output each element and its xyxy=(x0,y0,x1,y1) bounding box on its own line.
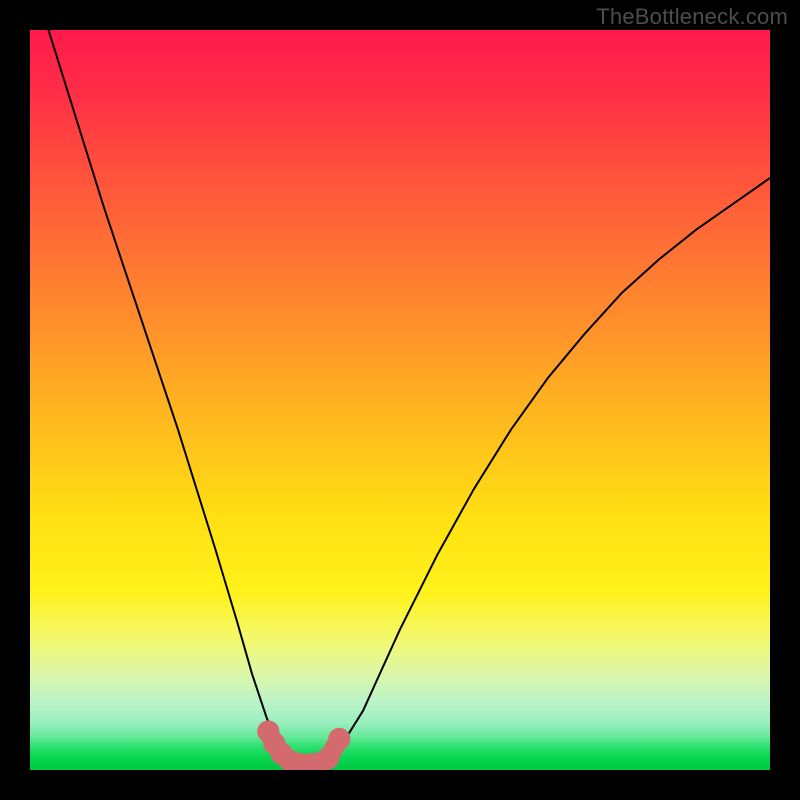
plot-area xyxy=(30,30,770,770)
highlight-dot xyxy=(317,747,339,769)
stage: TheBottleneck.com xyxy=(0,0,800,800)
highlight-dot xyxy=(328,728,350,750)
bottleneck-curve xyxy=(30,30,770,766)
flat-minimum-dots xyxy=(257,720,350,770)
watermark-text: TheBottleneck.com xyxy=(596,4,788,30)
curve-layer xyxy=(30,30,770,770)
